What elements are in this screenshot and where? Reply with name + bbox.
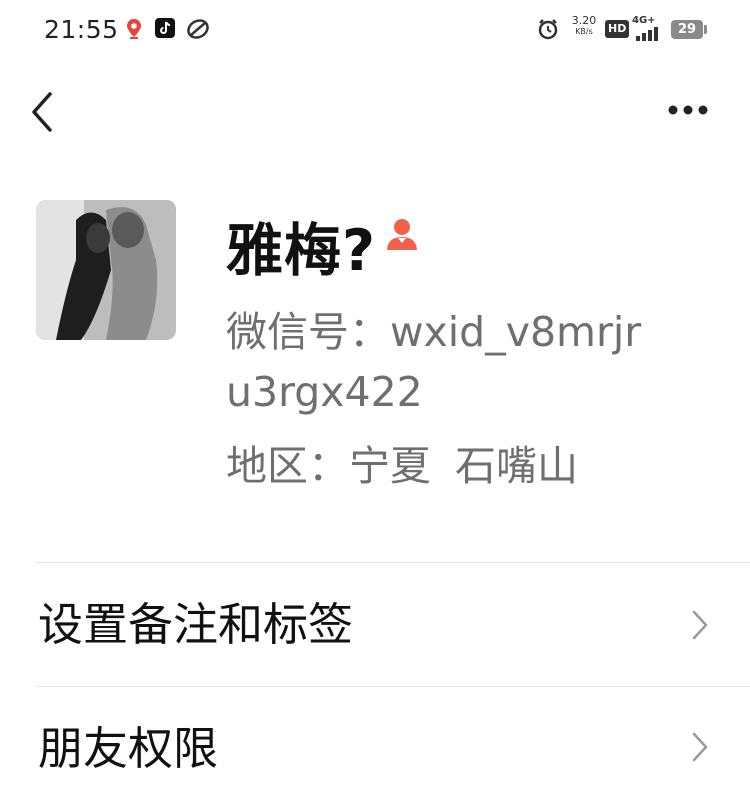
menu-item-label: 设置备注和标签	[38, 598, 354, 651]
network-type: 4G+	[632, 15, 656, 26]
wechat-id: 微信号：wxid_v8mrjr u3rgx422	[226, 302, 696, 422]
region: 地区：宁夏 石嘴山	[226, 438, 578, 494]
person-icon	[384, 216, 420, 256]
back-button[interactable]	[28, 90, 62, 134]
tiktok-icon	[155, 18, 175, 38]
status-bar: 21:55 3.20 KB/s HD 4G+ 29	[0, 0, 750, 60]
profile-name-row: 雅梅?	[226, 206, 420, 286]
wechat-id-line1: 微信号：wxid_v8mrjr	[226, 308, 642, 356]
region-city: 石嘴山	[455, 442, 578, 490]
status-time: 21:55	[44, 15, 119, 44]
profile-name: 雅梅?	[226, 218, 377, 284]
hd-badge: HD	[605, 20, 630, 38]
chevron-right-icon	[692, 610, 708, 640]
location-pin-icon	[124, 18, 144, 44]
menu-item-remark-tags[interactable]: 设置备注和标签	[0, 563, 750, 685]
alarm-icon	[537, 18, 559, 44]
signal-icon	[636, 26, 664, 45]
battery-level: 29	[671, 20, 703, 39]
region-label: 地区：宁夏	[226, 442, 431, 490]
chevron-left-icon	[32, 92, 52, 132]
wechat-id-line2: u3rgx422	[226, 368, 423, 416]
more-dots-icon	[668, 105, 708, 115]
menu-item-friend-permissions[interactable]: 朋友权限	[0, 687, 750, 809]
avatar[interactable]	[36, 200, 176, 340]
menu-item-label: 朋友权限	[38, 722, 219, 775]
chevron-right-icon	[692, 732, 708, 762]
battery-cap	[704, 25, 707, 34]
more-button[interactable]	[666, 100, 710, 120]
avatar-photo	[36, 200, 176, 340]
app-link-icon	[186, 18, 210, 44]
network-speed: 3.20 KB/s	[571, 14, 597, 36]
